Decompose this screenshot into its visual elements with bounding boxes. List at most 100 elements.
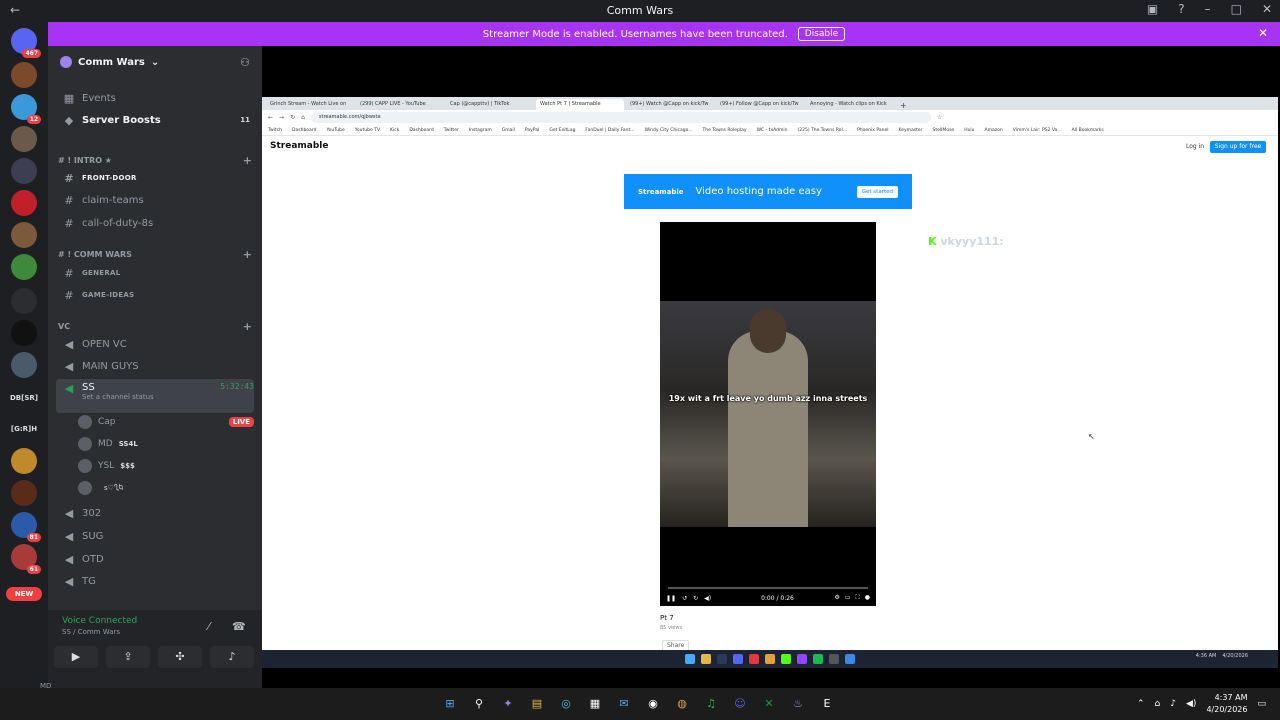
streamed-browser[interactable]: Grinch Stream - Watch Live on (299) CAPP…	[262, 97, 1278, 651]
app-icon[interactable]	[749, 654, 759, 664]
home-icon[interactable]: ⌂	[301, 114, 305, 121]
voice-user[interactable]: YSL $$$	[78, 456, 254, 476]
steam-icon[interactable]: ♨	[788, 694, 808, 714]
reload-icon[interactable]: ↻	[290, 114, 295, 121]
channel-general[interactable]: # GENERAL	[56, 263, 254, 283]
channel-game-ideas[interactable]: # GAME-IDEAS	[56, 285, 254, 305]
minimize-button[interactable]: –	[1205, 2, 1211, 16]
notifications-icon[interactable]: ▭	[1257, 699, 1266, 709]
channel-302[interactable]: ◀ 302	[56, 503, 254, 523]
category-intro[interactable]: # ! INTRO ★ +	[58, 154, 252, 167]
edge-icon[interactable]: ◎	[556, 694, 576, 714]
inbox-icon[interactable]: ▣	[1147, 2, 1158, 16]
outlook-icon[interactable]: ✉	[614, 694, 634, 714]
bookmark[interactable]: Twitch	[268, 128, 282, 133]
rewind-icon[interactable]: ↺	[682, 595, 687, 602]
bookmark[interactable]: WC - txAdmin	[757, 128, 788, 133]
events-item[interactable]: ▦ Events	[56, 88, 254, 108]
server-icon[interactable]	[11, 126, 37, 152]
browser-tab[interactable]: Cap (@cappttv) | TikTok	[446, 99, 534, 110]
spotify-icon[interactable]: ♫	[701, 694, 721, 714]
network-icon[interactable]: ⌂	[1155, 699, 1161, 709]
bookmark[interactable]: Dashboard	[409, 128, 433, 133]
browser-tab[interactable]: (299) CAPP LIVE - YouTube	[356, 99, 444, 110]
server-icon[interactable]: 81	[11, 512, 41, 542]
bookmark[interactable]: Hulu	[964, 128, 974, 133]
bookmark[interactable]: Get ExitLag	[549, 128, 575, 133]
channel-open-vc[interactable]: ◀ OPEN VC	[56, 334, 254, 354]
bookmark[interactable]: Keymaster	[899, 128, 923, 133]
copilot-icon[interactable]: ✦	[498, 694, 518, 714]
bookmark[interactable]: StellMose	[933, 128, 955, 133]
start-icon[interactable]: ⊞	[440, 694, 460, 714]
bookmark[interactable]: YouTube	[326, 128, 344, 133]
channel-ss[interactable]: ◀ SS 5:32:43 Set a channel status	[56, 379, 254, 413]
server-icon[interactable]	[11, 62, 37, 88]
chevron-up-icon[interactable]: ⌃	[1137, 699, 1145, 709]
get-started-button[interactable]: Get started	[856, 185, 898, 198]
server-icon[interactable]	[11, 448, 37, 474]
channel-tg[interactable]: ◀ TG	[56, 571, 254, 591]
epic-games-icon[interactable]: E	[817, 694, 837, 714]
disconnect-icon[interactable]: ☎	[232, 620, 246, 633]
server-icon[interactable]	[11, 352, 37, 378]
url-field[interactable]: streamable.com/qjbwsta	[310, 112, 931, 123]
app-icon[interactable]	[845, 654, 855, 664]
channel-main-guys[interactable]: ◀ MAIN GUYS	[56, 356, 254, 376]
server-icon[interactable]: 61	[11, 544, 41, 574]
bookmark[interactable]: FanDuel | Daily Fant...	[585, 128, 634, 133]
forward-icon[interactable]: ↻	[693, 595, 698, 602]
add-channel-icon[interactable]: +	[243, 320, 252, 333]
channel-front-door[interactable]: # FRONT-DOOR	[56, 168, 254, 188]
voice-user[interactable]: Cap LIVE	[78, 412, 254, 432]
twitch-icon[interactable]	[797, 654, 807, 664]
category-vc[interactable]: VC +	[58, 320, 252, 333]
kick-icon[interactable]	[781, 654, 791, 664]
close-button[interactable]: ✕	[1262, 2, 1272, 16]
search-icon[interactable]: ⚲	[469, 694, 489, 714]
xbox-icon[interactable]: ✕	[759, 694, 779, 714]
steam-icon[interactable]	[717, 654, 727, 664]
bookmark[interactable]: Twitter	[444, 128, 459, 133]
discord-icon[interactable]: ☺	[730, 694, 750, 714]
screen-share-button[interactable]: ⇪	[106, 646, 150, 668]
help-icon[interactable]: ?	[1178, 2, 1184, 16]
bookmark[interactable]: Gmail	[502, 128, 515, 133]
bookmark[interactable]: Amazon	[985, 128, 1003, 133]
maximize-button[interactable]: □	[1231, 2, 1242, 16]
server-boosts-item[interactable]: ◆ Server Boosts 11	[56, 110, 254, 130]
invite-people-icon[interactable]: ⚇	[240, 56, 250, 69]
server-icon[interactable]	[11, 320, 37, 346]
volume-icon[interactable]: ◀)	[1186, 699, 1196, 709]
browser-tab[interactable]: (99+) Follow @Capp on kick/Tw	[716, 99, 804, 110]
guild-header[interactable]: Comm Wars ⌄ ⚇	[48, 46, 262, 78]
bookmark[interactable]: The Towns Roleplay	[703, 128, 747, 133]
signup-button[interactable]: Sign up for free	[1210, 141, 1266, 153]
server-text-icon[interactable]: [G:R]H	[6, 425, 42, 433]
chrome-icon[interactable]	[765, 654, 775, 664]
bookmark[interactable]: Vimm's Lair: PS2 Va...	[1013, 128, 1062, 133]
camera-button[interactable]: ▶	[54, 646, 98, 668]
server-icon[interactable]	[11, 480, 37, 506]
channel-sug[interactable]: ◀ SUG	[56, 526, 254, 546]
soundboard-button[interactable]: ♪	[210, 646, 254, 668]
home-button[interactable]: 467	[11, 28, 41, 58]
browser-tab[interactable]: (99+) Watch @Capp on kick/Tw	[626, 99, 714, 110]
close-icon[interactable]: ✕	[1258, 26, 1268, 40]
voice-status[interactable]: Voice Connected SS / Comm Wars	[62, 616, 137, 636]
bookmark[interactable]: Kick	[390, 128, 399, 133]
spotify-icon[interactable]	[813, 654, 823, 664]
browser-tab[interactable]: Annoying - Watch clips on Kick	[806, 99, 894, 110]
folder-icon[interactable]	[11, 288, 37, 314]
bookmark-star-icon[interactable]: ☆	[937, 114, 942, 121]
discord-icon[interactable]	[733, 654, 743, 664]
volume-icon[interactable]: ◀)	[704, 595, 711, 602]
bookmark[interactable]: PayPal	[525, 128, 539, 133]
video-player[interactable]: 19x wit a frt leave yo dumb azz inna str…	[660, 222, 876, 606]
browser-tab[interactable]: Grinch Stream - Watch Live on	[266, 99, 354, 110]
settings-icon[interactable]: ⚙	[834, 594, 839, 602]
chrome-icon[interactable]: ◍	[672, 694, 692, 714]
video-progress[interactable]	[668, 587, 868, 589]
voice-user[interactable]: ꜱ♡ႢႩ	[78, 478, 254, 498]
browser-tab-active[interactable]: Watch Pt 7 | Streamable	[536, 99, 624, 110]
